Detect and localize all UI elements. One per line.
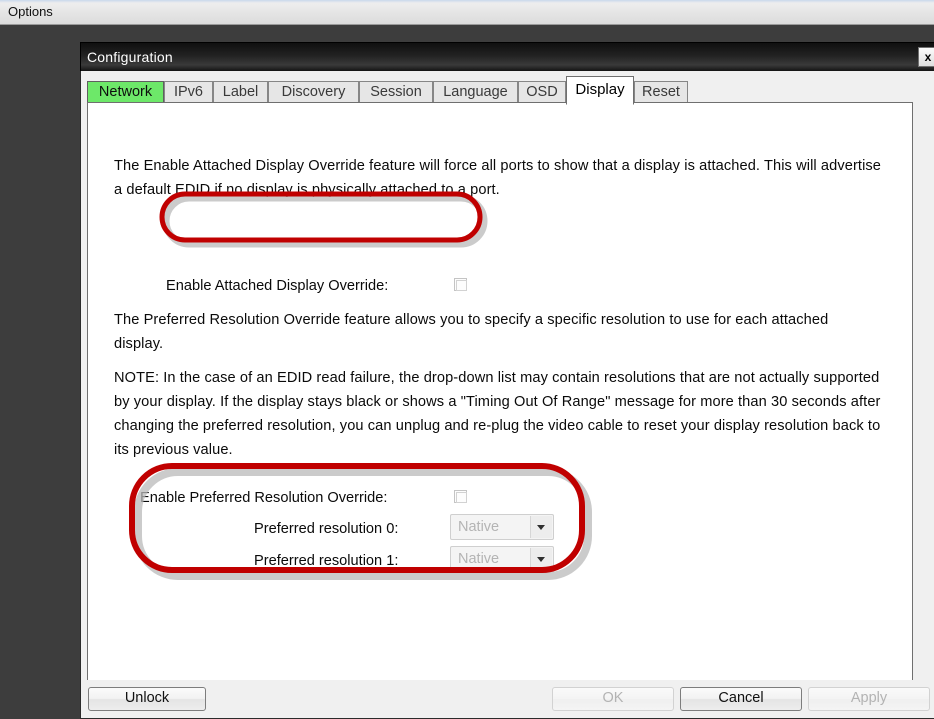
dialog-title: Configuration <box>87 49 173 65</box>
preferred-resolution-1-value: Native <box>458 551 500 567</box>
tab-language[interactable]: Language <box>433 81 518 103</box>
tab-discovery[interactable]: Discovery <box>268 81 359 103</box>
preferred-resolution-1-label: Preferred resolution 1: <box>254 553 399 569</box>
preferred-resolution-0-label: Preferred resolution 0: <box>254 521 399 537</box>
ok-button: OK <box>552 687 674 711</box>
dialog-body: Network IPv6 Label Discovery Session Lan… <box>80 71 934 719</box>
close-icon[interactable]: x <box>918 47 934 67</box>
dialog-titlebar: Configuration x <box>80 42 934 71</box>
preferred-resolution-0-value: Native <box>458 519 500 535</box>
tab-display[interactable]: Display <box>566 76 634 105</box>
tab-reset[interactable]: Reset <box>634 81 688 103</box>
apply-button: Apply <box>808 687 930 711</box>
preferred-override-label: Enable Preferred Resolution Override: <box>140 490 388 506</box>
tab-session[interactable]: Session <box>359 81 433 103</box>
chevron-down-icon[interactable] <box>530 516 552 538</box>
preferred-override-description: The Preferred Resolution Override featur… <box>114 312 829 352</box>
preferred-resolution-0-dropdown[interactable]: Native <box>450 514 554 540</box>
chevron-down-icon[interactable] <box>530 548 552 570</box>
tab-network[interactable]: Network <box>87 81 164 103</box>
attached-override-checkbox[interactable] <box>454 278 467 291</box>
menu-item-options[interactable]: Options <box>4 3 57 21</box>
tab-label[interactable]: Label <box>213 81 268 103</box>
attached-override-description: The Enable Attached Display Override fea… <box>114 158 882 198</box>
cancel-button[interactable]: Cancel <box>680 687 802 711</box>
unlock-button[interactable]: Unlock <box>88 687 206 711</box>
tab-ipv6[interactable]: IPv6 <box>164 81 213 103</box>
preferred-override-checkbox[interactable] <box>454 490 467 503</box>
tab-strip: Network IPv6 Label Discovery Session Lan… <box>87 76 934 105</box>
tab-osd[interactable]: OSD <box>518 81 566 103</box>
attached-override-label: Enable Attached Display Override: <box>166 278 389 294</box>
application-menubar: Options <box>0 0 934 25</box>
configuration-dialog: Configuration x Network IPv6 Label Disco… <box>80 42 934 719</box>
preferred-override-note: NOTE: In the case of an EDID read failur… <box>114 370 881 458</box>
dialog-button-bar: Unlock OK Cancel Apply <box>81 680 934 718</box>
preferred-resolution-1-dropdown[interactable]: Native <box>450 546 554 572</box>
display-tab-panel: The Enable Attached Display Override fea… <box>87 102 913 702</box>
